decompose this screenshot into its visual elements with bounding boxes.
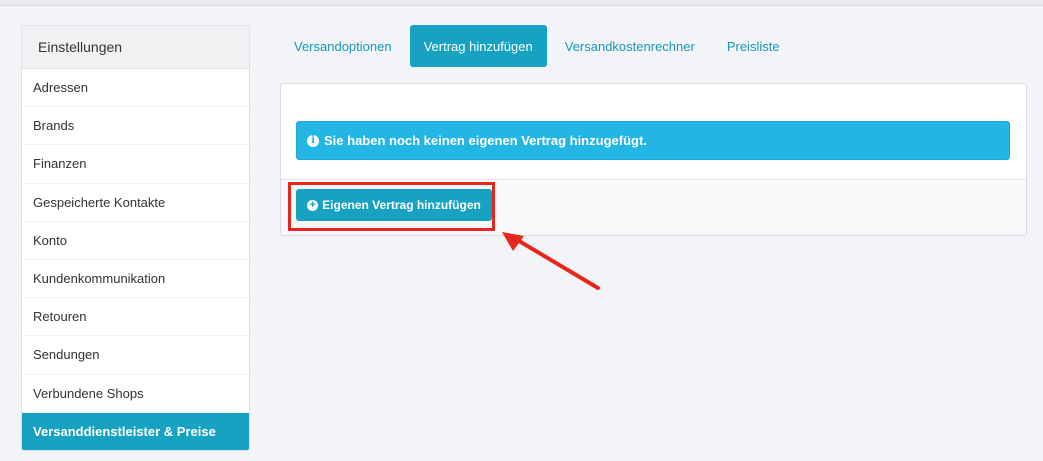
sidebar-item-verbundene-shops[interactable]: Verbundene Shops: [22, 375, 249, 413]
tab-preisliste[interactable]: Preisliste: [713, 25, 794, 67]
sidebar-item-kundenkommunikation[interactable]: Kundenkommunikation: [22, 260, 249, 299]
tab-bar: Versandoptionen Vertrag hinzufügen Versa…: [280, 25, 798, 67]
info-icon: i: [307, 134, 319, 147]
top-border: [0, 0, 1043, 6]
highlight-box: [288, 182, 495, 231]
sidebar-header: Einstellungen: [22, 26, 249, 69]
sidebar-item-konto[interactable]: Konto: [22, 222, 249, 260]
alert-text: Sie haben noch keinen eigenen Vertrag hi…: [324, 133, 647, 148]
sidebar-item-brands[interactable]: Brands: [22, 107, 249, 146]
sidebar-item-retouren[interactable]: Retouren: [22, 298, 249, 337]
info-alert: i Sie haben noch keinen eigenen Vertrag …: [296, 121, 1010, 160]
tab-vertrag-hinzufuegen[interactable]: Vertrag hinzufügen: [409, 25, 547, 67]
sidebar-item-sendungen[interactable]: Sendungen: [22, 336, 249, 375]
settings-sidebar: Einstellungen Adressen Brands Finanzen G…: [21, 25, 250, 451]
tab-versandoptionen[interactable]: Versandoptionen: [280, 25, 406, 67]
annotation-arrow-icon: [502, 232, 600, 290]
tab-versandkostenrechner[interactable]: Versandkostenrechner: [551, 25, 709, 67]
sidebar-item-versanddienstleister[interactable]: Versanddienstleister & Preise: [22, 412, 249, 450]
sidebar-item-finanzen[interactable]: Finanzen: [22, 145, 249, 184]
panel-body: i Sie haben noch keinen eigenen Vertrag …: [281, 84, 1026, 180]
sidebar-item-adressen[interactable]: Adressen: [22, 69, 249, 108]
sidebar-item-gespeicherte-kontakte[interactable]: Gespeicherte Kontakte: [22, 184, 249, 222]
